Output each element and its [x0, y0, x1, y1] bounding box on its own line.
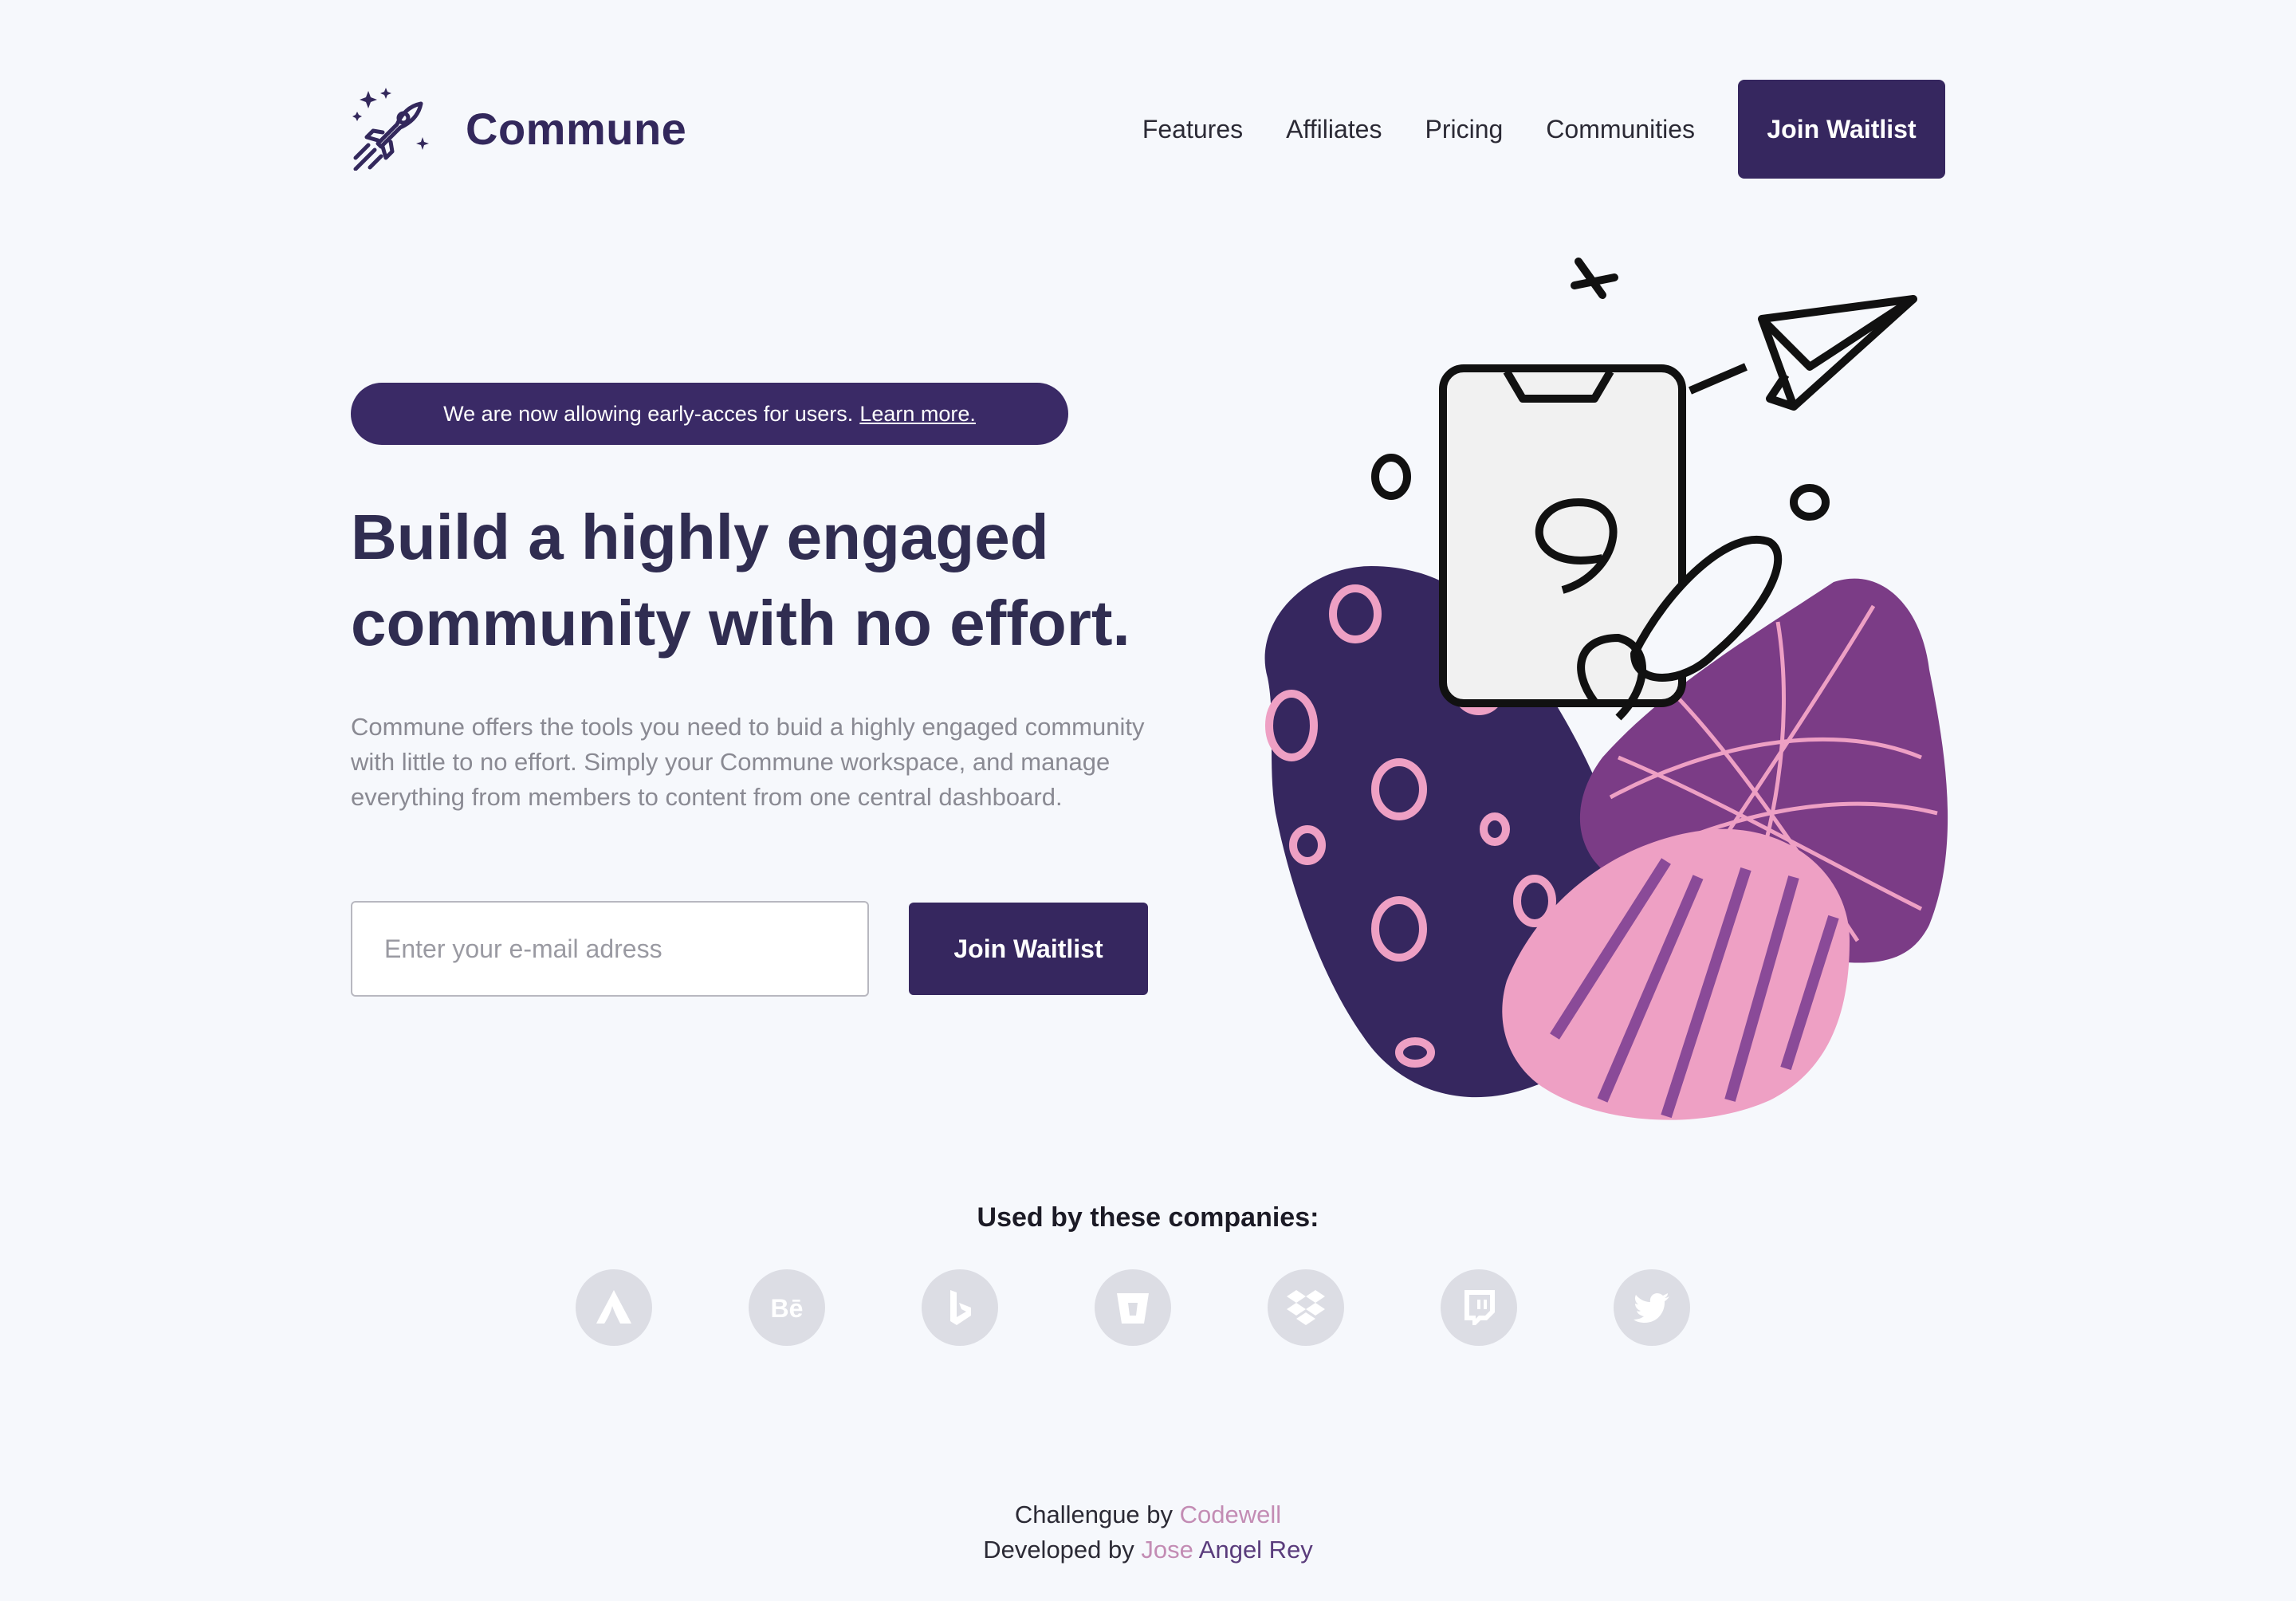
headline-line-2: community with no effort.: [351, 588, 1130, 659]
developer-prefix: Developed by: [983, 1536, 1134, 1564]
footer-developer-line: Developed by Jose Angel Rey: [0, 1532, 2296, 1568]
svg-text:Bē: Bē: [771, 1294, 804, 1323]
atlassian-icon: [596, 1290, 631, 1324]
nav-pricing[interactable]: Pricing: [1425, 115, 1503, 144]
codewell-link[interactable]: Codewell: [1180, 1501, 1282, 1528]
footer-credit-line: Challengue by Codewell: [0, 1497, 2296, 1532]
developer-last-name: Angel Rey: [1198, 1536, 1313, 1564]
email-input[interactable]: [351, 901, 869, 997]
bing-icon: [950, 1290, 971, 1325]
twitch-logo[interactable]: [1441, 1269, 1517, 1346]
behance-logo[interactable]: Bē: [749, 1269, 825, 1346]
twitch-icon: [1464, 1290, 1495, 1325]
nav-affiliates[interactable]: Affiliates: [1286, 115, 1382, 144]
dropbox-logo[interactable]: [1268, 1269, 1344, 1346]
dropbox-icon: [1287, 1290, 1325, 1325]
hero-illustration: [1264, 258, 1948, 1120]
learn-more-link[interactable]: Learn more.: [859, 402, 976, 427]
announcement-text: We are now allowing early-acces for user…: [443, 401, 854, 426]
brand-name: Commune: [466, 103, 687, 154]
company-logos: Bē: [576, 1269, 1690, 1346]
bitbucket-icon: [1117, 1293, 1149, 1324]
landing-page: Commune Features Affiliates Pricing Comm…: [0, 0, 2296, 1601]
announcement-banner: We are now allowing early-acces for user…: [351, 383, 1068, 445]
bitbucket-logo[interactable]: [1095, 1269, 1171, 1346]
behance-icon: Bē: [771, 1294, 804, 1323]
hero-headline: Build a highly engaged community with no…: [351, 494, 1196, 667]
nav-features[interactable]: Features: [1142, 115, 1243, 144]
hero-description: Commune offers the tools you need to bui…: [351, 713, 1145, 811]
challenge-prefix: Challengue by: [1014, 1501, 1174, 1528]
bing-logo[interactable]: [922, 1269, 998, 1346]
join-waitlist-hero-button[interactable]: Join Waitlist: [909, 903, 1148, 995]
twitter-icon: [1634, 1293, 1669, 1323]
join-waitlist-nav-button[interactable]: Join Waitlist: [1738, 80, 1945, 179]
rocket-icon: [352, 88, 429, 171]
developer-first-name: Jose: [1141, 1536, 1193, 1564]
main-nav: Features Affiliates Pricing Communities …: [1142, 80, 1945, 179]
footer: Challengue by Codewell Developed by Jose…: [0, 1497, 2296, 1568]
companies-title: Used by these companies:: [977, 1202, 1319, 1233]
twitter-logo[interactable]: [1614, 1269, 1690, 1346]
nav-communities[interactable]: Communities: [1546, 115, 1695, 144]
atlassian-logo[interactable]: [576, 1269, 652, 1346]
brand-logo[interactable]: Commune: [351, 86, 686, 171]
developer-link[interactable]: Jose Angel Rey: [1141, 1536, 1312, 1564]
headline-line-1: Build a highly engaged: [351, 502, 1049, 572]
